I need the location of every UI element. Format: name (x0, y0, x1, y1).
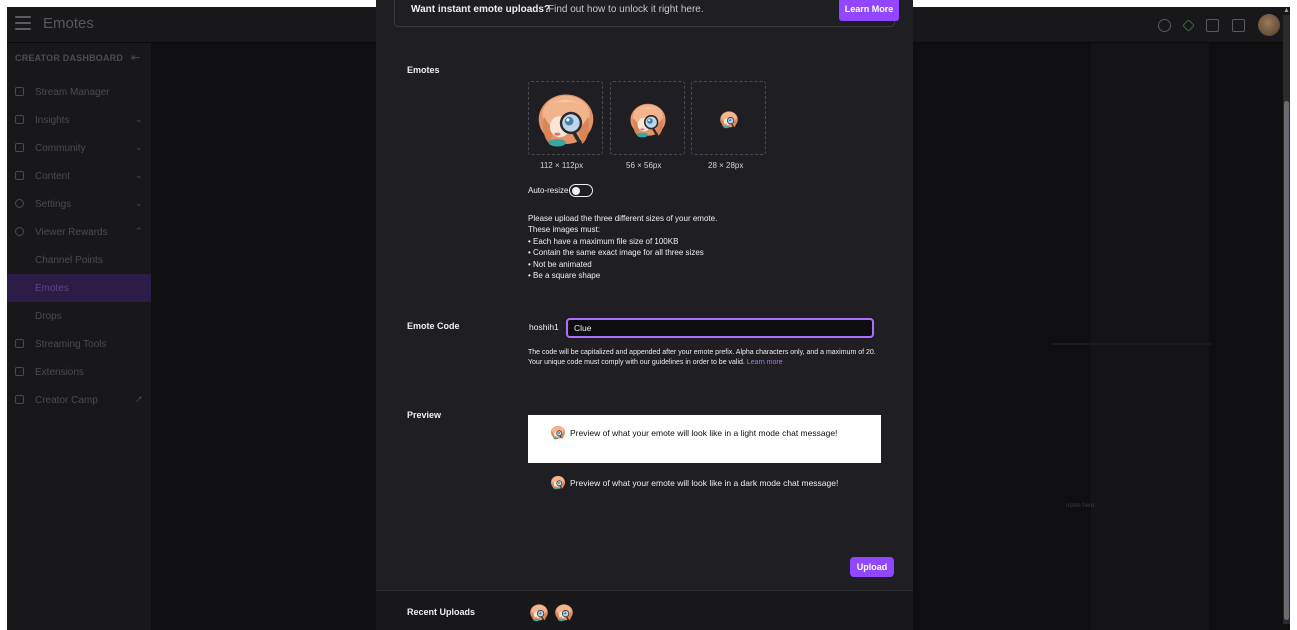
chat-icon[interactable] (1232, 18, 1245, 32)
sidebar-item-extensions[interactable]: Extensions (7, 358, 151, 386)
page-scrollbar[interactable]: ▲ (1283, 7, 1290, 624)
requirement-line: Please upload the three different sizes … (528, 214, 718, 223)
sidebar-item-label: Community (35, 143, 86, 154)
requirement-line: • Not be animated (528, 259, 592, 269)
sidebar-item-label: Creator Camp (35, 395, 98, 406)
community-icon (15, 143, 24, 152)
chevron-down-icon: ⌄ (135, 198, 143, 208)
extensions-icon (15, 367, 24, 376)
emote-size-label: 112 × 112px (540, 161, 584, 170)
book-icon (15, 395, 24, 404)
recent-uploads-label: Recent Uploads (407, 607, 476, 617)
emote-image (549, 424, 567, 440)
recent-uploads: Recent Uploads (376, 590, 913, 630)
emote-code-label: Emote Code (407, 321, 460, 331)
requirement-line: These images must: (528, 225, 601, 235)
sidebar-item-label: Stream Manager (35, 87, 110, 98)
background-panel (1091, 43, 1209, 630)
emote-image (535, 87, 597, 149)
sidebar-item-settings[interactable]: Settings ⌄ (7, 190, 151, 218)
divider (1051, 343, 1211, 345)
help-text: The code will be capitalized and appende… (528, 349, 876, 367)
gear-icon (15, 199, 24, 208)
emote-image (628, 99, 668, 139)
rewards-icon (15, 227, 24, 236)
light-mode-preview: Preview of what your emote will look lik… (528, 415, 881, 463)
sidebar-item-content[interactable]: Content ⌄ (7, 162, 151, 190)
sidebar-item-label: Extensions (35, 367, 84, 378)
broadcast-icon (15, 87, 24, 96)
chevron-down-icon: ⌄ (135, 142, 143, 152)
sidebar-item-drops[interactable]: Drops (7, 302, 151, 330)
learn-more-link[interactable]: Learn more (747, 359, 783, 366)
emote-image (549, 474, 567, 490)
sidebar-item-insights[interactable]: Insights ⌄ (7, 106, 151, 134)
sidebar: CREATOR DASHBOARD ⇤ Stream Manager Insig… (7, 43, 151, 630)
sidebar-item-viewer-rewards[interactable]: Viewer Rewards ⌃ (7, 218, 151, 246)
chevron-up-icon: ⌃ (135, 226, 143, 236)
insights-icon (15, 115, 24, 124)
recent-emote[interactable] (529, 602, 549, 622)
toggle-knob (572, 186, 580, 195)
sidebar-item-creator-camp[interactable]: Creator Camp ↗ (7, 386, 151, 414)
preview-text: Preview of what your emote will look lik… (570, 428, 838, 438)
sidebar-item-label: Settings (35, 199, 72, 210)
collapse-sidebar-icon[interactable]: ⇤ (131, 51, 140, 64)
auto-resize-label: Auto-resize (528, 186, 569, 195)
sidebar-item-label: Streaming Tools (35, 339, 107, 350)
content-icon (15, 171, 24, 180)
emote-prefix: hoshih1 (529, 322, 559, 332)
dark-mode-preview: Preview of what your emote will look lik… (528, 468, 881, 508)
banner-text: Find out how to unlock it right here. (548, 4, 704, 15)
requirement-line: • Contain the same exact image for all t… (528, 248, 704, 258)
page-title: Emotes (43, 15, 94, 32)
emote-slot-28[interactable] (691, 81, 766, 155)
sidebar-item-label: Insights (35, 115, 70, 126)
emote-code-input[interactable] (566, 318, 874, 338)
sidebar-item-community[interactable]: Community ⌄ (7, 134, 151, 162)
sidebar-item-channel-points[interactable]: Channel Points (7, 246, 151, 274)
sidebar-header: CREATOR DASHBOARD (15, 53, 124, 63)
emote-slot-112[interactable] (528, 81, 603, 155)
emote-slot-56[interactable] (610, 81, 685, 155)
avatar[interactable] (1258, 14, 1280, 36)
sidebar-item-label: Drops (35, 311, 62, 322)
emote-size-label: 28 × 28px (708, 161, 744, 170)
chevron-down-icon: ⌄ (135, 170, 143, 180)
camera-icon (15, 339, 24, 348)
menu-icon[interactable] (15, 16, 31, 30)
sidebar-item-label: Viewer Rewards (35, 227, 108, 238)
sidebar-item-label: Channel Points (35, 255, 103, 266)
inbox-icon[interactable] (1206, 18, 1219, 32)
requirement-line: • Each have a maximum file size of 100KB (528, 236, 679, 246)
help-icon[interactable] (1158, 18, 1171, 32)
top-bar-actions (1158, 14, 1280, 36)
emote-image (719, 109, 739, 129)
external-link-icon: ↗ (135, 394, 143, 404)
preview-label: Preview (407, 410, 442, 420)
background-text: notes here. (1066, 503, 1097, 509)
upgrade-banner: Want instant emote uploads? Find out how… (394, 0, 899, 27)
sidebar-item-streaming-tools[interactable]: Streaming Tools (7, 330, 151, 358)
scroll-up-icon[interactable]: ▲ (1283, 7, 1290, 14)
sidebar-item-label: Content (35, 171, 71, 182)
emote-size-label: 56 × 56px (626, 161, 662, 170)
scrollbar-thumb[interactable] (1284, 101, 1289, 620)
emotes-section-label: Emotes (407, 65, 440, 75)
emote-code-help: The code will be capitalized and appende… (528, 348, 888, 368)
emote-upload-modal: Want instant emote uploads? Find out how… (376, 0, 913, 630)
sidebar-item-stream-manager[interactable]: Stream Manager (7, 78, 151, 106)
creator-icon[interactable] (1182, 18, 1195, 32)
upload-requirements: Please upload the three different sizes … (528, 213, 858, 281)
requirement-line: • Be a square shape (528, 271, 601, 281)
banner-title: Want instant emote uploads? (411, 4, 551, 15)
auto-resize-toggle[interactable] (569, 184, 593, 197)
chevron-down-icon: ⌄ (135, 114, 143, 124)
sidebar-item-emotes[interactable]: Emotes (7, 274, 151, 302)
sidebar-item-label: Emotes (35, 283, 69, 294)
upload-button[interactable]: Upload (850, 557, 894, 577)
preview-text: Preview of what your emote will look lik… (570, 478, 839, 488)
recent-emote[interactable] (554, 602, 574, 622)
learn-more-button[interactable]: Learn More (839, 0, 899, 21)
